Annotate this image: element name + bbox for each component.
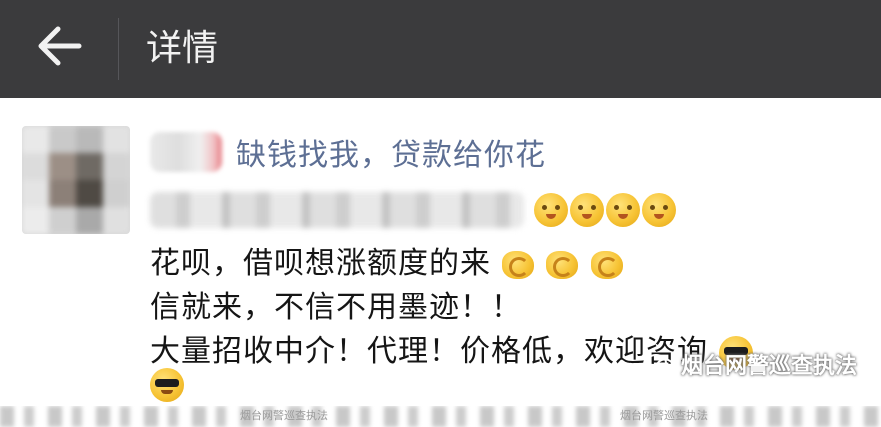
avatar[interactable] [22,126,130,234]
grin-hands-icon [570,193,604,227]
post-line-1: 花呗，借呗想涨额度的来 [150,238,625,282]
post-line-2: 信就来，不信不用墨迹！！ [150,282,522,326]
sunglasses-face-icon [150,368,184,402]
avatar-mosaic [22,126,130,234]
watermark: 烟台网警巡查执法 [644,348,857,380]
blurred-text-row [150,188,678,232]
strip-watermark-right: 烟台网警巡查执法 [620,409,708,422]
page-title: 详情 [146,28,219,69]
grin-hands-icon [642,193,676,227]
title-divider [118,18,119,80]
bottom-strip: 烟台网警巡查执法 烟台网警巡查执法 [0,406,881,427]
strip-blur [0,406,881,427]
moment-post: 缺钱找我，贷款给你花 花呗，借呗想涨额度的来 信就来，不信不用墨迹！！ 大量招收… [0,98,881,410]
back-arrow-icon [38,26,82,66]
grin-hands-icon [534,193,568,227]
wechat-logo-icon [644,354,674,374]
post-line-1-text: 花呗，借呗想涨额度的来 [150,246,491,281]
nickname-text[interactable]: 缺钱找我，贷款给你花 [236,130,546,174]
title-bar: 详情 [0,0,881,98]
post-tail-emoji [150,368,186,402]
nickname-blurred[interactable] [150,132,222,172]
bicep-icon [590,250,623,279]
watermark-text: 烟台网警巡查执法 [680,354,857,379]
grin-hands-icon [606,193,640,227]
blurred-text [150,192,524,228]
back-button[interactable] [28,14,92,78]
nickname-row: 缺钱找我，贷款给你花 [150,130,546,174]
post-line-2-text: 信就来，不信不用墨迹！！ [150,290,522,325]
bicep-icon [501,250,534,279]
strip-watermark-left: 烟台网警巡查执法 [240,409,328,422]
post-line-3-text: 大量招收中介！代理！价格低，欢迎咨询 [150,334,708,369]
bicep-icon [546,250,579,279]
